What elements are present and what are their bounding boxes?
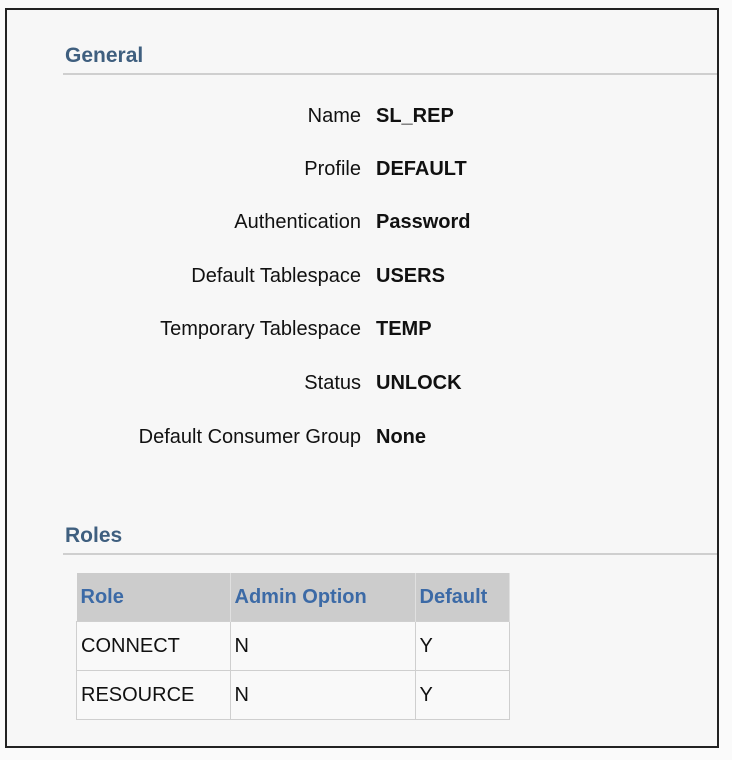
field-label: Default Tablespace	[191, 265, 361, 287]
field-value: TEMP	[376, 318, 432, 340]
table-row: RESOURCE N Y	[76, 670, 510, 720]
column-header-role: Role	[76, 573, 231, 622]
field-label: Name	[307, 105, 361, 127]
roles-table: Role Admin Option Default CONNECT N Y RE…	[76, 573, 510, 720]
field-label: Temporary Tablespace	[160, 318, 361, 340]
field-value: None	[376, 426, 426, 448]
column-header-default: Default	[415, 573, 510, 622]
field-label: Default Consumer Group	[138, 426, 361, 448]
default-cell: Y	[414, 621, 510, 671]
field-profile: Profile DEFAULT	[7, 158, 721, 188]
user-details-panel: General Name SL_REP Profile DEFAULT Authen…	[5, 8, 719, 748]
field-value: USERS	[376, 265, 445, 287]
field-value: Password	[376, 211, 471, 233]
field-name: Name SL_REP	[7, 105, 721, 135]
field-label: Profile	[304, 158, 361, 180]
role-cell: CONNECT	[76, 621, 231, 671]
column-header-admin-option: Admin Option	[230, 573, 416, 622]
field-default-consumer-group: Default Consumer Group None	[7, 426, 721, 456]
roles-divider	[63, 553, 717, 555]
default-cell: Y	[414, 670, 510, 720]
admin-option-cell: N	[229, 621, 416, 671]
field-value: DEFAULT	[376, 158, 467, 180]
field-status: Status UNLOCK	[7, 372, 721, 402]
field-label: Status	[304, 372, 361, 394]
field-temporary-tablespace: Temporary Tablespace TEMP	[7, 318, 721, 348]
role-cell: RESOURCE	[76, 670, 231, 720]
admin-option-cell: N	[229, 670, 416, 720]
general-divider	[63, 73, 717, 75]
roles-heading: Roles	[65, 524, 123, 547]
general-heading: General	[65, 44, 144, 67]
field-value: SL_REP	[376, 105, 454, 127]
table-row: CONNECT N Y	[76, 621, 510, 671]
field-label: Authentication	[234, 211, 361, 233]
field-default-tablespace: Default Tablespace USERS	[7, 265, 721, 295]
table-header-row: Role Admin Option Default	[76, 573, 510, 622]
field-value: UNLOCK	[376, 372, 462, 394]
field-authentication: Authentication Password	[7, 211, 721, 241]
